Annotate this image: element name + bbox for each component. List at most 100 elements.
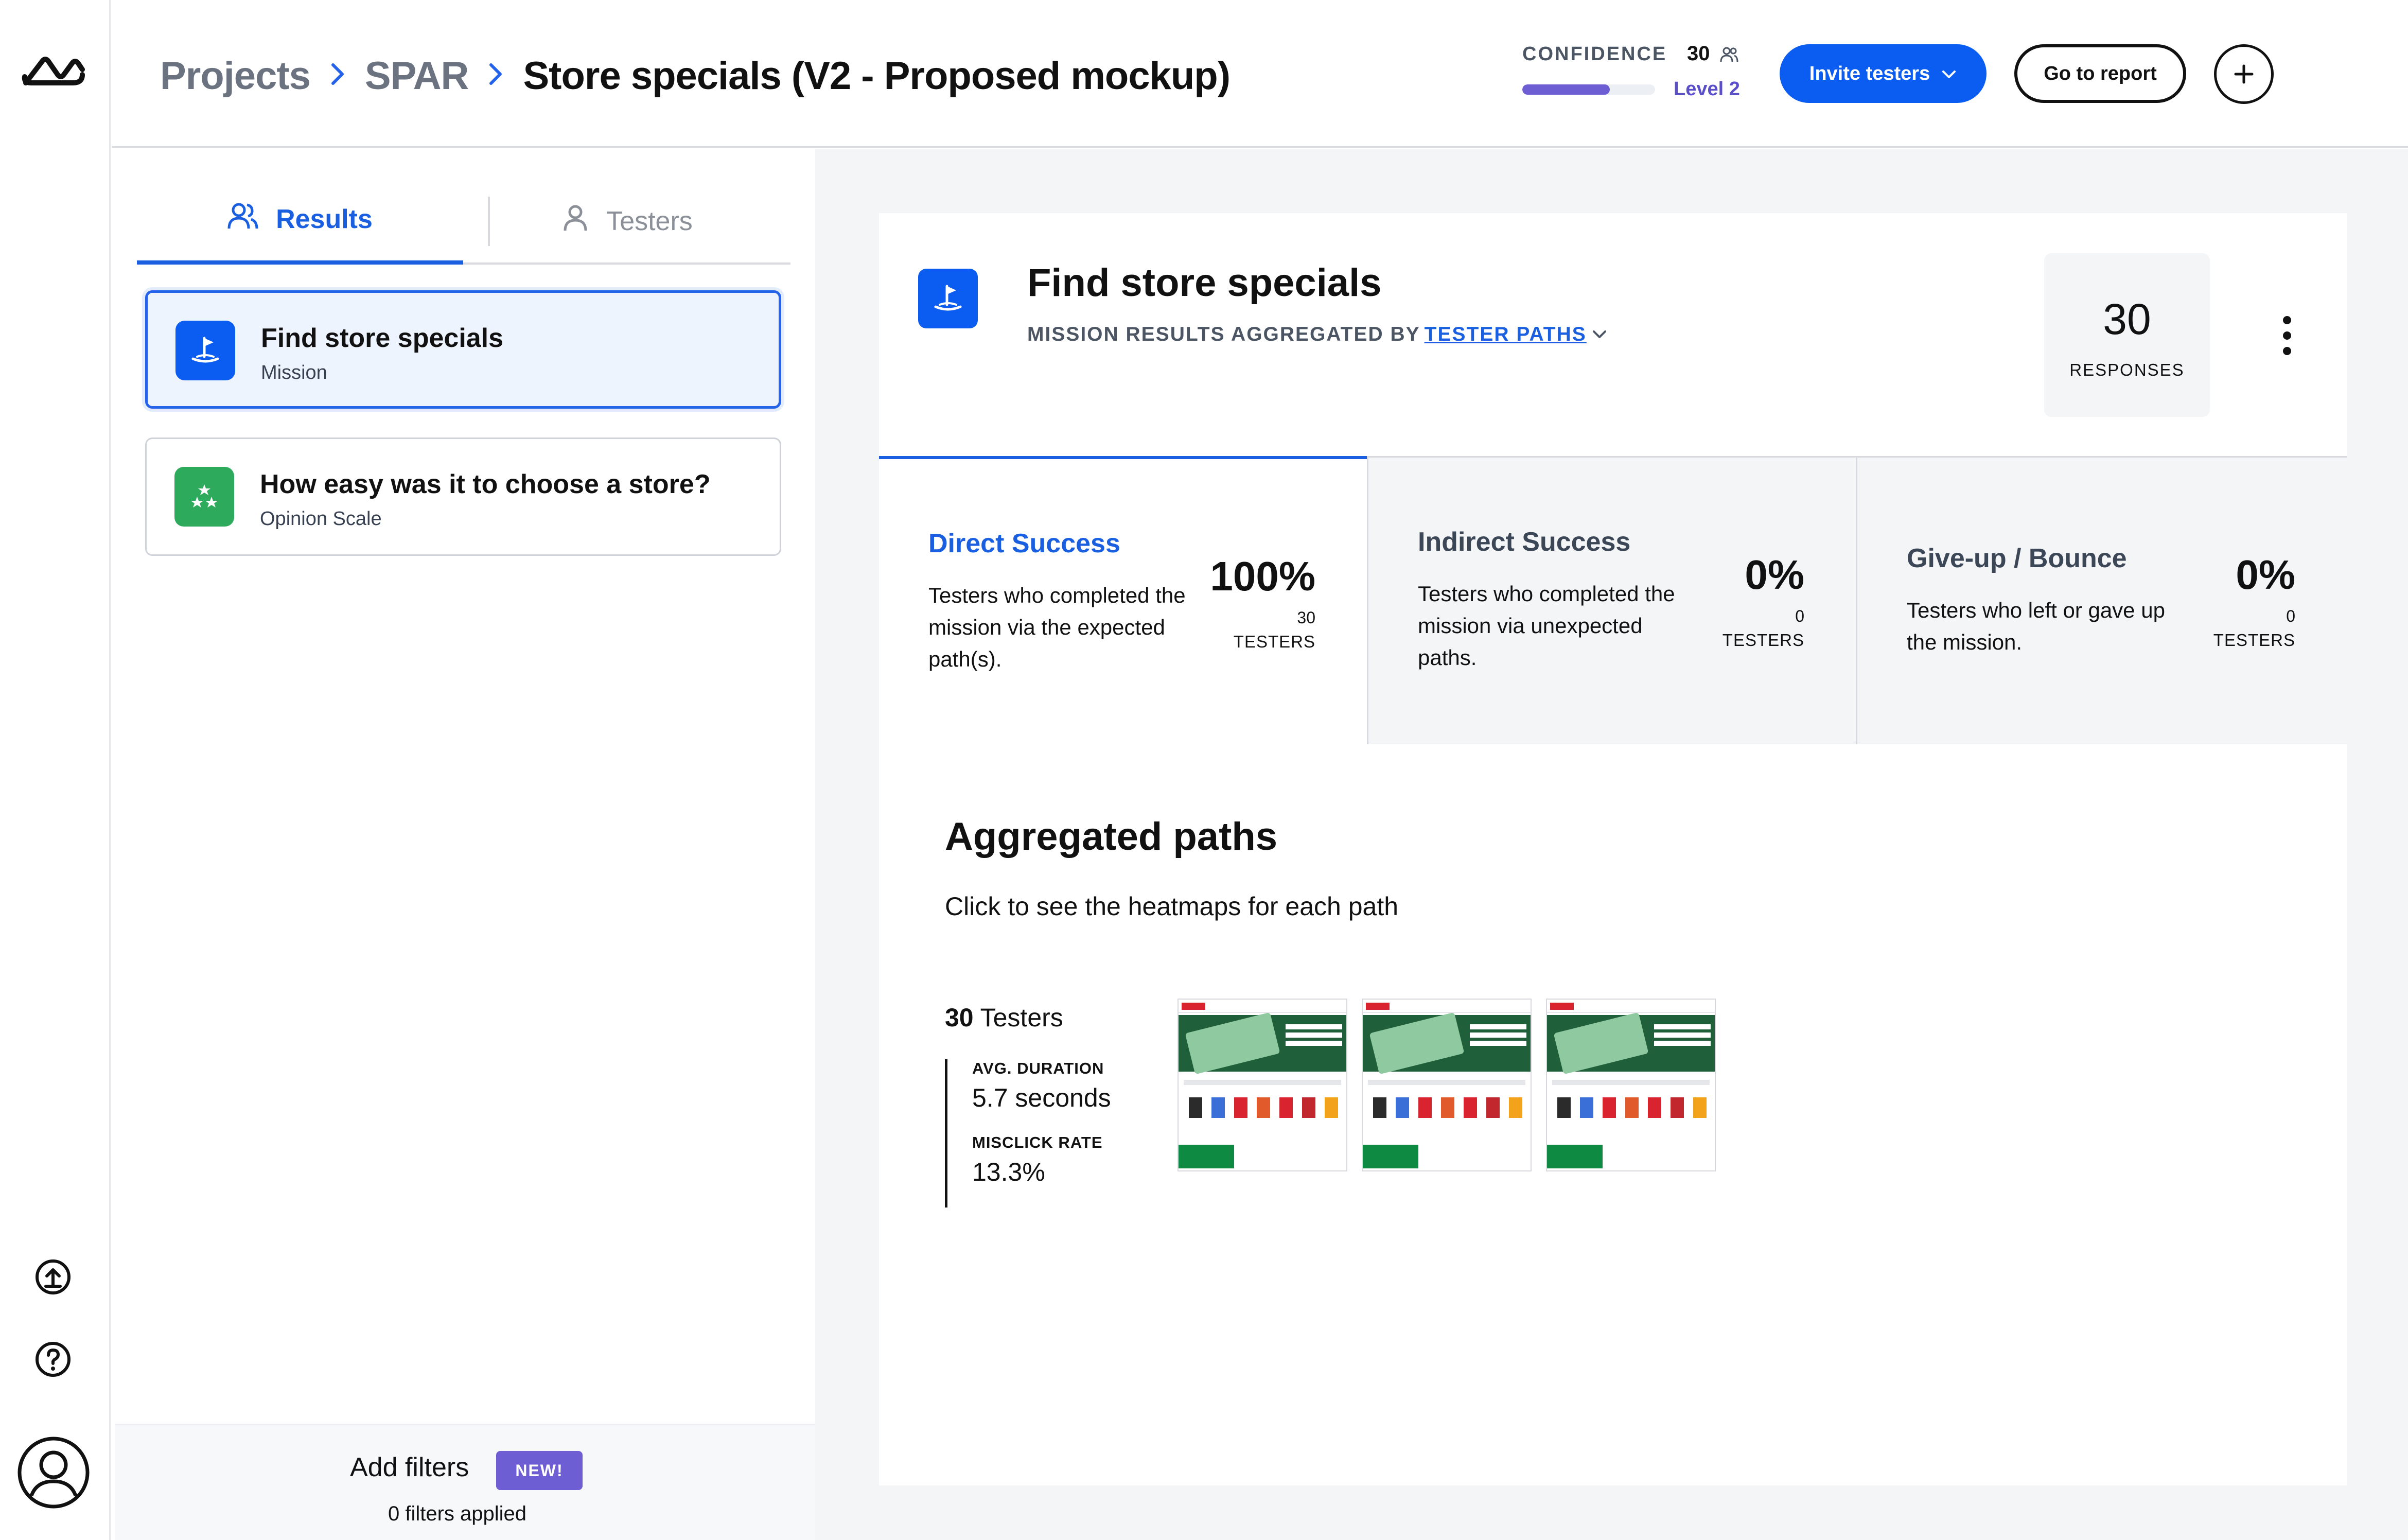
thumb-hero-text xyxy=(1286,1024,1342,1052)
stat-give-up-bounce[interactable]: Give-up / Bounce Testers who left or gav… xyxy=(1856,456,2347,744)
thumb-cash-graphic xyxy=(1185,1012,1280,1075)
thumb-product xyxy=(1441,1097,1454,1118)
thumb-product xyxy=(1693,1097,1707,1118)
upload-icon[interactable] xyxy=(33,1257,73,1297)
aggregation-link[interactable]: TESTER PATHS xyxy=(1425,323,1587,346)
mission-flag-icon xyxy=(175,321,235,380)
path-tester-count: 30 Testers xyxy=(945,1003,1063,1032)
duration-value: 5.7 seconds xyxy=(972,1083,1111,1112)
top-header: Projects SPAR Store specials (V2 - Propo… xyxy=(112,0,2408,148)
responses-count: 30 xyxy=(2103,295,2151,343)
path-screen-thumbnail[interactable] xyxy=(1546,999,1716,1171)
thumb-rewards-banner xyxy=(1547,1145,1603,1168)
path-screen-thumbnail[interactable] xyxy=(1362,999,1532,1171)
stat-title: Indirect Success xyxy=(1418,527,1631,557)
chevron-right-icon xyxy=(330,58,345,94)
thumb-rewards-banner xyxy=(1363,1145,1418,1168)
thumb-product xyxy=(1396,1097,1409,1118)
thumb-product xyxy=(1418,1097,1432,1118)
thumb-product xyxy=(1557,1097,1571,1118)
thumb-product xyxy=(1257,1097,1270,1118)
stat-count: 30 xyxy=(1297,608,1315,627)
thumb-product xyxy=(1486,1097,1500,1118)
app-rail xyxy=(0,0,111,1540)
more-options-icon[interactable] xyxy=(2277,314,2297,357)
chevron-right-icon xyxy=(488,58,503,94)
stat-description: Testers who completed the mission via th… xyxy=(928,583,1186,671)
thumb-product xyxy=(1211,1097,1225,1118)
stat-percent: 100% xyxy=(1210,553,1315,599)
thumb-logo xyxy=(1366,1003,1390,1010)
thumb-hero-text xyxy=(1654,1024,1711,1052)
stat-indirect-success[interactable]: Indirect Success Testers who completed t… xyxy=(1367,456,1856,744)
stat-unit: TESTERS xyxy=(2213,631,2295,650)
tab-testers[interactable]: Testers xyxy=(464,178,790,265)
thumb-hero-text xyxy=(1470,1024,1526,1052)
go-to-report-label: Go to report xyxy=(2044,62,2157,84)
thumb-hero-banner xyxy=(1547,1012,1715,1075)
thumb-hero-banner xyxy=(1179,1012,1346,1075)
tab-results[interactable]: Results xyxy=(137,178,463,265)
success-stats: Direct Success Testers who completed the… xyxy=(879,456,2347,744)
path-metrics: AVG. DURATION 5.7 seconds MISCLICK RATE … xyxy=(945,1059,1111,1207)
chevron-down-icon[interactable] xyxy=(1591,323,1608,346)
confidence-tester-count: 30 xyxy=(1687,42,1710,65)
page-title: Store specials (V2 - Proposed mockup) xyxy=(523,54,1231,98)
breadcrumb: Projects SPAR Store specials (V2 - Propo… xyxy=(160,47,1231,104)
thumb-product xyxy=(1302,1097,1315,1118)
thumb-row xyxy=(1552,1080,1710,1085)
stat-description: Testers who left or gave up the mission. xyxy=(1907,598,2165,654)
thumb-nav xyxy=(1547,1000,1715,1013)
sidebar-tabs: Results Testers xyxy=(137,178,790,265)
block-title: Find store specials xyxy=(261,323,504,353)
thumb-product xyxy=(1373,1097,1386,1118)
tab-results-label: Results xyxy=(276,204,373,234)
breadcrumb-spar[interactable]: SPAR xyxy=(365,54,469,98)
chevron-down-icon xyxy=(1941,63,1957,85)
block-card-opinion-scale[interactable]: How easy was it to choose a store? Opini… xyxy=(145,437,781,556)
thumb-product xyxy=(1279,1097,1293,1118)
thumb-logo xyxy=(1182,1003,1205,1010)
aggregation-selector: MISSION RESULTS AGGREGATED BY TESTER PAT… xyxy=(1027,323,1608,346)
breadcrumb-projects[interactable]: Projects xyxy=(160,54,311,98)
results-sidebar: Results Testers Find store specials Miss… xyxy=(112,149,815,1540)
help-icon[interactable] xyxy=(33,1339,73,1379)
go-to-report-button[interactable]: Go to report xyxy=(2014,44,2186,103)
path-count-value: 30 xyxy=(945,1003,974,1032)
aggregation-prefix: MISSION RESULTS AGGREGATED BY xyxy=(1027,323,1420,345)
path-screen-thumbnail[interactable] xyxy=(1177,999,1347,1171)
thumb-product xyxy=(1648,1097,1661,1118)
people-icon xyxy=(227,202,258,237)
block-type: Mission xyxy=(261,362,327,383)
thumb-cash-graphic xyxy=(1369,1012,1465,1075)
aggregated-paths-title: Aggregated paths xyxy=(945,815,1278,859)
thumb-row xyxy=(1184,1080,1341,1085)
people-icon xyxy=(1720,45,1738,64)
add-filters-bar[interactable]: Add filters NEW! 0 filters applied xyxy=(115,1424,815,1540)
maze-logo-icon[interactable] xyxy=(22,54,85,90)
confidence-label: CONFIDENCE xyxy=(1522,43,1667,65)
filters-applied-count: 0 filters applied xyxy=(388,1502,527,1525)
block-type: Opinion Scale xyxy=(260,508,382,530)
stat-title: Direct Success xyxy=(928,529,1120,558)
thumb-product xyxy=(1464,1097,1477,1118)
thumb-hero-banner xyxy=(1363,1012,1531,1075)
confidence-meter[interactable]: CONFIDENCE 30 Level 2 xyxy=(1522,40,1749,107)
confidence-progress-fill xyxy=(1522,84,1610,95)
avatar-icon[interactable] xyxy=(17,1436,90,1509)
responses-box: 30 RESPONSES xyxy=(2044,253,2210,417)
aggregated-paths-subtitle: Click to see the heatmaps for each path xyxy=(945,892,1399,921)
thumb-product xyxy=(1580,1097,1593,1118)
invite-testers-button[interactable]: Invite testers xyxy=(1780,44,1987,103)
stat-title: Give-up / Bounce xyxy=(1907,544,2127,573)
thumb-logo xyxy=(1550,1003,1574,1010)
path-screens[interactable] xyxy=(1177,999,1716,1171)
new-badge: NEW! xyxy=(496,1451,583,1490)
stat-count: 0 xyxy=(2286,607,2295,625)
stat-unit: TESTERS xyxy=(1233,632,1315,651)
misclick-value: 13.3% xyxy=(972,1158,1045,1186)
block-card-mission[interactable]: Find store specials Mission xyxy=(145,290,781,409)
invite-testers-label: Invite testers xyxy=(1809,62,1930,84)
plus-icon[interactable] xyxy=(2214,44,2274,104)
stat-direct-success[interactable]: Direct Success Testers who completed the… xyxy=(879,456,1367,744)
